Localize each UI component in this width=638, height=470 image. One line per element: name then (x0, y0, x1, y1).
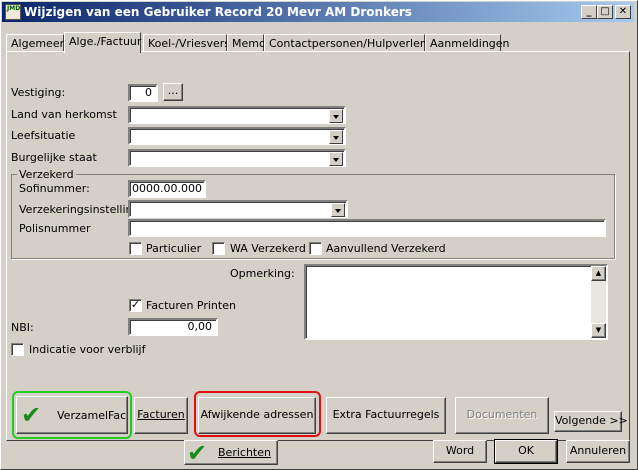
sofi-label: Sofinummer: (19, 182, 90, 195)
nbi-field[interactable]: 0,00 (128, 318, 218, 336)
word-button[interactable]: Word (433, 440, 487, 463)
app-icon: JMD (5, 4, 21, 20)
tab-contactpersonen[interactable]: Contactpersonen/Hulpverleners (264, 34, 444, 52)
title-bar[interactable]: JMD Wijzigen van een Gebruiker Record 20… (2, 2, 634, 22)
opmerking-scrollbar[interactable]: ▲ ▼ (591, 266, 606, 338)
vestiging-browse-button[interactable]: ... (163, 83, 183, 101)
checkmark-icon: ✔ (187, 439, 208, 467)
verzekerd-group-title: Verzekerd (17, 168, 76, 181)
berichten-label: Berichten (218, 446, 271, 459)
opmerking-textarea[interactable]: ▲ ▼ (304, 264, 608, 340)
red-highlight (194, 391, 321, 437)
particulier-label: Particulier (146, 242, 202, 255)
ok-button[interactable]: OK (494, 439, 558, 464)
maximize-button[interactable]: □ (597, 5, 613, 19)
tab-aanmeldingen[interactable]: Aanmeldingen (425, 34, 510, 52)
tab-koel-vriesvers[interactable]: Koel-/Vriesvers (143, 34, 230, 52)
berichten-button[interactable]: ✔ Berichten (184, 440, 278, 465)
land-select[interactable] (128, 106, 346, 124)
wa-verzekerd-checkbox[interactable] (212, 242, 225, 255)
volgende-button[interactable]: Volgende >> (554, 411, 628, 432)
tab-alge-factuur[interactable]: Alge./Factuur (64, 32, 141, 53)
scroll-down-icon[interactable]: ▼ (591, 323, 606, 338)
vestiging-field[interactable]: 0 (128, 84, 158, 102)
land-label: Land van herkomst (11, 108, 117, 121)
vestiging-label: Vestiging: (11, 86, 66, 99)
aanvullend-label: Aanvullend Verzekerd (326, 242, 446, 255)
scroll-up-icon[interactable]: ▲ (591, 266, 606, 281)
tab-memo[interactable]: Memo (227, 34, 266, 52)
polis-label: Polisnummer (19, 222, 91, 235)
burgerlijke-label: Burgelijke staat (11, 151, 97, 164)
verzekering-select[interactable] (128, 200, 348, 218)
chevron-down-icon[interactable] (329, 152, 343, 166)
close-button[interactable]: ✕ (615, 5, 631, 19)
extra-factuurregels-button[interactable]: Extra Factuurregels (326, 397, 446, 434)
indicatie-checkbox[interactable] (11, 343, 24, 356)
facturen-button[interactable]: Facturen (134, 397, 188, 434)
leefsituatie-label: Leefsituatie (11, 129, 76, 142)
chevron-down-icon[interactable] (331, 203, 345, 217)
green-highlight (12, 391, 132, 439)
chevron-down-icon[interactable] (329, 130, 343, 144)
polis-field[interactable] (128, 219, 606, 237)
annuleren-button[interactable]: Annuleren (566, 440, 630, 463)
window-title: Wijzigen van een Gebruiker Record 20 Mev… (24, 5, 412, 19)
wa-verzekerd-label: WA Verzekerd (230, 242, 306, 255)
documenten-button[interactable]: Documenten (455, 397, 549, 434)
tab-algemeen[interactable]: Algemeen (6, 34, 67, 52)
leefsituatie-select[interactable] (128, 127, 346, 145)
sofi-field[interactable]: 0000.00.000 (128, 180, 206, 198)
verzekering-label: Verzekeringsinstelling: (19, 203, 144, 216)
burgerlijke-select[interactable] (128, 149, 346, 167)
nbi-label: NBI: (11, 321, 34, 334)
minimize-button[interactable]: _ (581, 5, 597, 19)
aanvullend-checkbox[interactable] (309, 242, 322, 255)
opmerking-label: Opmerking: (230, 267, 295, 280)
facturen-printen-label: Facturen Printen (146, 299, 236, 312)
facturen-printen-checkbox[interactable]: ✓ (129, 299, 142, 312)
particulier-checkbox[interactable] (129, 242, 142, 255)
indicatie-label: Indicatie voor verblijf (29, 343, 146, 356)
chevron-down-icon[interactable] (329, 109, 343, 123)
